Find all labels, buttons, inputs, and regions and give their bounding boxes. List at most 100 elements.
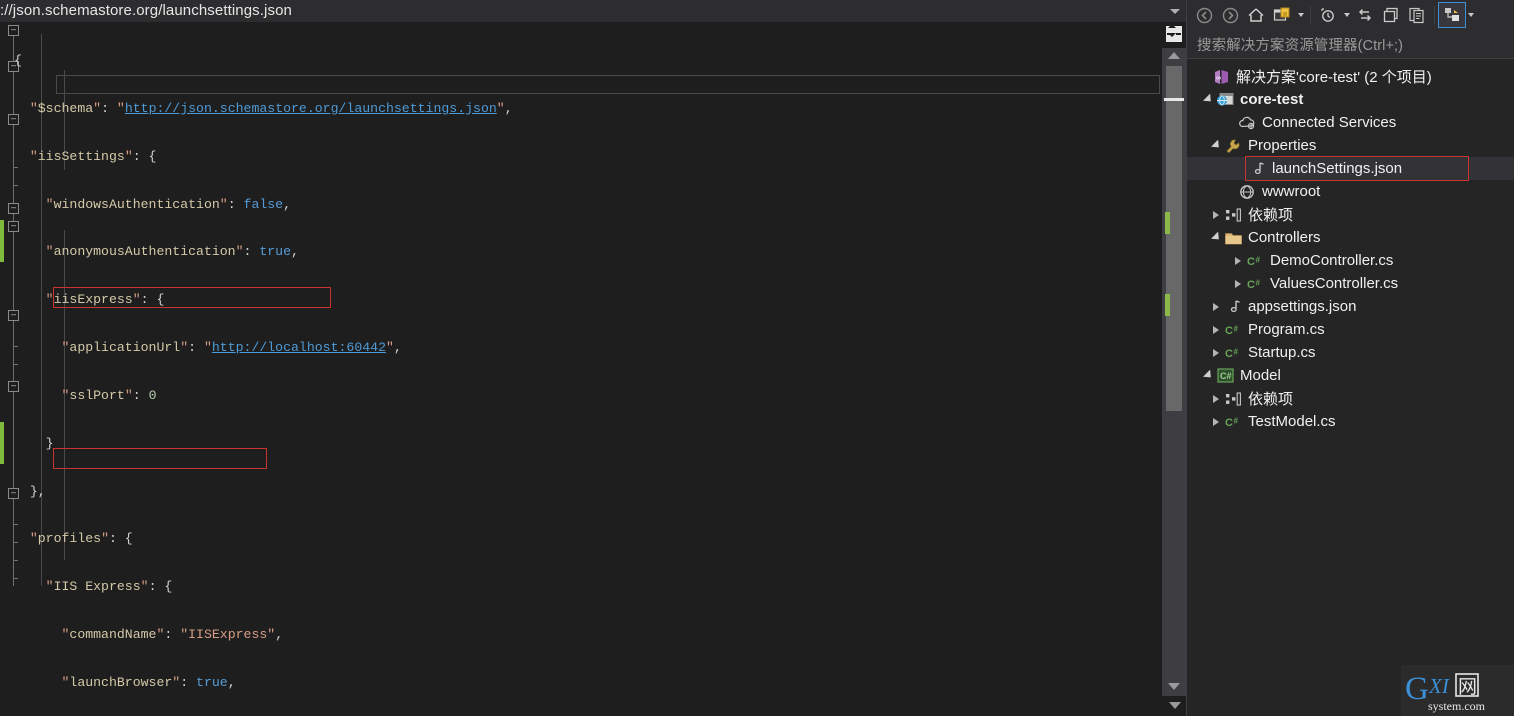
tree-label: 依赖项 — [1248, 207, 1294, 224]
tree-label: Startup.cs — [1248, 344, 1316, 361]
tree-label: ValuesController.cs — [1270, 275, 1399, 292]
change-marker-green — [1165, 294, 1170, 316]
properties-icon[interactable] — [1378, 3, 1404, 27]
dependencies-icon — [1223, 203, 1243, 226]
sync-icon[interactable] — [1352, 3, 1378, 27]
json-file-icon — [1247, 157, 1267, 180]
scrollbar-top-cap[interactable] — [1162, 0, 1186, 22]
svg-text:∞: ∞ — [1216, 75, 1221, 82]
tree-label: Properties — [1248, 137, 1317, 154]
show-all-files-dropdown-icon[interactable] — [1465, 3, 1476, 27]
toolbar-separator — [1310, 6, 1311, 24]
expander-collapsed[interactable] — [1209, 387, 1223, 410]
svg-text:#: # — [1233, 416, 1238, 425]
solution-tree: ∞ 解决方案'core-test' (2 个项目) core-test Conn… — [1187, 59, 1514, 433]
svg-text:C: C — [1247, 256, 1255, 268]
back-icon[interactable] — [1191, 3, 1217, 27]
expander-expanded[interactable] — [1209, 134, 1223, 157]
tree-label: DemoController.cs — [1270, 252, 1394, 269]
expander-collapsed[interactable] — [1209, 203, 1223, 226]
expander-collapsed[interactable] — [1231, 272, 1245, 295]
preview-icon[interactable] — [1404, 3, 1430, 27]
tree-label: appsettings.json — [1248, 298, 1357, 315]
expander-collapsed[interactable] — [1209, 318, 1223, 341]
editor-vertical-scrollbar[interactable] — [1162, 22, 1186, 696]
pending-changes-icon[interactable] — [1315, 3, 1341, 27]
tree-row-dependencies-model[interactable]: 依赖项 — [1187, 387, 1514, 410]
csharp-file-icon: C # — [1223, 410, 1243, 433]
tree-row-project-model[interactable]: C# Model — [1187, 364, 1514, 387]
tree-row-appsettings-json[interactable]: appsettings.json — [1187, 295, 1514, 318]
svg-text:C#: C# — [1220, 371, 1232, 381]
csharp-file-icon: C # — [1245, 249, 1265, 272]
show-all-files-icon[interactable] — [1438, 2, 1466, 28]
expander-expanded[interactable] — [1209, 226, 1223, 249]
schema-url-tooltip: ://json.schemastore.org/launchsettings.j… — [0, 0, 1186, 22]
svg-text:C: C — [1225, 325, 1233, 337]
scrollbar-thumb[interactable] — [1166, 66, 1182, 411]
expander-expanded[interactable] — [1201, 88, 1215, 111]
editor-bottom-strip — [0, 696, 1186, 716]
source-code: { "$schema": "http://json.schemastore.or… — [14, 53, 513, 690]
forward-icon[interactable] — [1217, 3, 1243, 27]
dependencies-icon — [1223, 387, 1243, 410]
tree-row-properties[interactable]: Properties — [1187, 134, 1514, 157]
pending-changes-dropdown-icon[interactable] — [1341, 3, 1352, 27]
json-file-icon — [1223, 295, 1243, 318]
csharp-file-icon: C # — [1223, 318, 1243, 341]
expander-collapsed[interactable] — [1231, 249, 1245, 272]
solution-explorer-panel: 搜索解决方案资源管理器(Ctrl+;) ∞ 解决方案'core-test' (2… — [1186, 0, 1514, 716]
change-bar-marker — [0, 220, 4, 262]
tree-row-program-cs[interactable]: C # Program.cs — [1187, 318, 1514, 341]
csharp-file-icon: C # — [1245, 272, 1265, 295]
scroll-up-arrow[interactable] — [1168, 52, 1180, 59]
csharp-project-icon: C# — [1215, 364, 1235, 387]
scroll-down-arrow-bottom[interactable] — [1169, 702, 1181, 709]
expander-none — [1197, 65, 1211, 88]
svg-text:#: # — [1233, 324, 1238, 333]
solution-explorer-toolbar — [1187, 0, 1514, 30]
tree-label: wwwroot — [1262, 183, 1321, 200]
tree-label: Model — [1240, 367, 1281, 384]
svg-text:C: C — [1225, 417, 1233, 429]
tree-row-dependencies-core-test[interactable]: 依赖项 — [1187, 203, 1514, 226]
tree-row-project-core-test[interactable]: core-test — [1187, 88, 1514, 111]
tree-label: Controllers — [1248, 229, 1321, 246]
scroll-down-arrow[interactable] — [1168, 683, 1180, 690]
home-icon[interactable] — [1243, 3, 1269, 27]
tree-row-launchsettings-json[interactable]: launchSettings.json — [1187, 156, 1514, 181]
collection-icon[interactable] — [1269, 3, 1295, 27]
expander-collapsed[interactable] — [1209, 410, 1223, 433]
tree-row-connected-services[interactable]: Connected Services — [1187, 111, 1514, 134]
svg-text:C: C — [1247, 279, 1255, 291]
editor-split-view-handle[interactable] — [1162, 22, 1186, 48]
tree-row-solution[interactable]: ∞ 解决方案'core-test' (2 个项目) — [1187, 65, 1514, 88]
code-editor-pane: ://json.schemastore.org/launchsettings.j… — [0, 0, 1186, 716]
code-text-area[interactable]: { "$schema": "http://json.schemastore.or… — [0, 22, 1162, 696]
solution-explorer-search-box[interactable]: 搜索解决方案资源管理器(Ctrl+;) — [1187, 30, 1514, 59]
watermark-logo: G XI 网 system.com — [1401, 665, 1514, 716]
svg-text:#: # — [1255, 255, 1260, 264]
tree-label: Connected Services — [1262, 114, 1397, 131]
expander-expanded[interactable] — [1201, 364, 1215, 387]
globe-icon — [1237, 180, 1257, 203]
tree-label: core-test — [1240, 91, 1304, 108]
tree-label: 依赖项 — [1248, 391, 1294, 408]
folder-icon — [1223, 226, 1243, 249]
tree-row-testmodel-cs[interactable]: C # TestModel.cs — [1187, 410, 1514, 433]
connected-services-icon — [1237, 111, 1257, 134]
tree-row-wwwroot[interactable]: wwwroot — [1187, 180, 1514, 203]
tree-row-valuescontroller-cs[interactable]: C # ValuesController.cs — [1187, 272, 1514, 295]
tree-row-democontroller-cs[interactable]: C # DemoController.cs — [1187, 249, 1514, 272]
svg-text:#: # — [1255, 278, 1260, 287]
tree-row-startup-cs[interactable]: C # Startup.cs — [1187, 341, 1514, 364]
collection-dropdown-icon[interactable] — [1295, 3, 1306, 27]
expander-collapsed[interactable] — [1209, 295, 1223, 318]
visual-studio-window: ://json.schemastore.org/launchsettings.j… — [0, 0, 1514, 716]
tree-row-controllers[interactable]: Controllers — [1187, 226, 1514, 249]
tree-label: Program.cs — [1248, 321, 1325, 338]
expander-none — [1223, 180, 1237, 203]
tree-label: 解决方案'core-test' (2 个项目) — [1236, 69, 1432, 86]
expander-collapsed[interactable] — [1209, 341, 1223, 364]
solution-icon: ∞ — [1211, 65, 1231, 88]
